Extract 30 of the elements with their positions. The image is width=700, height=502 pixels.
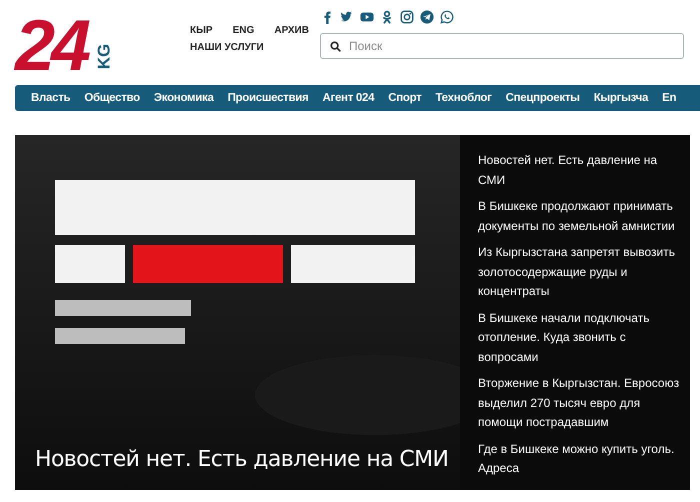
headline-link[interactable]: Из Кыргызстана запретят вывозить золотосодержащие руды и концентраты xyxy=(478,243,684,302)
nav-link[interactable]: Спорт xyxy=(388,92,422,104)
nav-link[interactable]: Спецпроекты xyxy=(506,92,580,104)
odnoklassniki-icon[interactable] xyxy=(380,10,394,24)
nav-link[interactable]: Происшествия xyxy=(228,92,308,104)
featured-caption[interactable]: Новостей нет. Есть давление на СМИ xyxy=(35,447,448,472)
headline-link[interactable]: В Бишкеке начали подключать отопление. Куда звонить с вопросами xyxy=(478,308,684,367)
nav-link[interactable]: En xyxy=(662,92,676,104)
nav-link[interactable]: Экономика xyxy=(154,92,214,104)
nav-link[interactable]: Общество xyxy=(84,92,140,104)
headline-link[interactable]: В Бишкеке продолжают принимать документы по земельной амнистии xyxy=(478,197,684,236)
twitter-icon[interactable] xyxy=(340,10,354,24)
nav-link[interactable]: Агент 024 xyxy=(322,92,374,104)
headline-link[interactable]: Новостей нет. Есть давление на СМИ xyxy=(478,151,684,190)
nav-link[interactable]: Власть xyxy=(31,92,70,104)
header-link[interactable]: КЫР xyxy=(190,25,224,36)
header-link[interactable]: АРХИВ xyxy=(274,25,320,36)
header-link[interactable]: НАШИ УСЛУГИ xyxy=(190,42,320,53)
whatsapp-icon[interactable] xyxy=(440,10,454,24)
search-field[interactable]: Поиск xyxy=(320,33,684,59)
headline-link[interactable]: Вторжение в Кыргызстан. Евросоюз выделил 270 тысяч евро для помощи пострадавшим xyxy=(478,374,684,432)
nav-link[interactable]: Техноблог xyxy=(436,92,492,104)
youtube-icon[interactable] xyxy=(360,10,374,24)
instagram-icon[interactable] xyxy=(400,10,414,24)
nav-link[interactable]: Кыргызча xyxy=(594,92,648,104)
search-icon xyxy=(330,41,341,52)
headline-link[interactable]: Где в Бишкеке можно купить уголь. Адреса xyxy=(478,440,684,478)
telegram-icon[interactable] xyxy=(420,10,434,24)
header-link[interactable]: ENG xyxy=(232,25,266,36)
site-logo[interactable]: 24 KG xyxy=(15,7,135,77)
